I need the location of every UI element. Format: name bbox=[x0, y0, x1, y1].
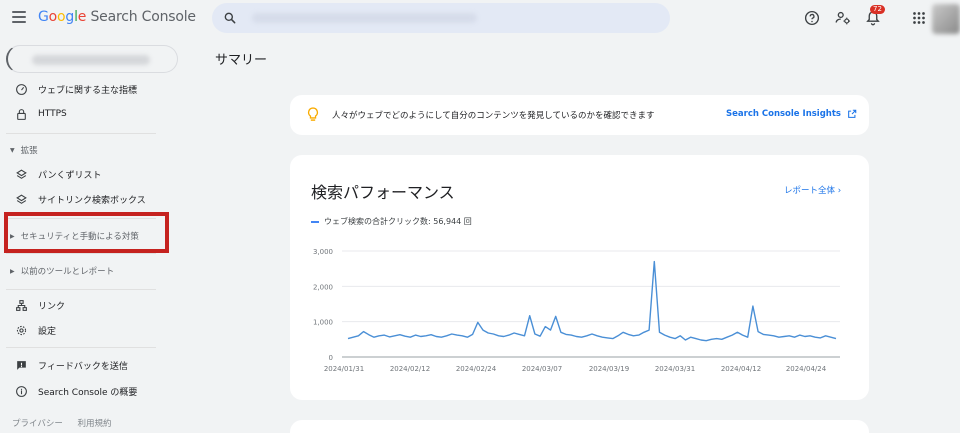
divider bbox=[6, 253, 156, 254]
info-icon bbox=[14, 384, 28, 398]
sidebar-item-breadcrumbs[interactable]: パンくずリスト bbox=[0, 163, 186, 185]
annotation-highlight-box bbox=[4, 212, 169, 253]
menu-icon[interactable] bbox=[12, 11, 26, 23]
y-tick-label: 1,000 bbox=[313, 319, 333, 327]
url-inspection-search[interactable] bbox=[212, 3, 670, 33]
x-tick-label: 2024/04/24 bbox=[786, 365, 827, 373]
apps-grid-icon[interactable] bbox=[910, 9, 928, 27]
sidebar-item-label: 設定 bbox=[38, 326, 57, 337]
performance-title: 検索パフォーマンス bbox=[311, 183, 455, 202]
sidebar-item-sitelinks-searchbox[interactable]: サイトリンク検索ボックス bbox=[0, 188, 186, 210]
divider bbox=[6, 289, 156, 290]
terms-link[interactable]: 利用規約 bbox=[78, 419, 112, 429]
y-tick-label: 2,000 bbox=[313, 283, 333, 291]
redacted-search-text bbox=[252, 13, 477, 23]
product-name: Search Console bbox=[90, 9, 196, 25]
top-app-bar: Google Search Console 72 bbox=[0, 0, 960, 37]
divider bbox=[6, 133, 156, 134]
x-tick-label: 2024/03/07 bbox=[522, 365, 562, 373]
chevron-right-icon: › bbox=[837, 186, 842, 196]
next-card bbox=[290, 420, 869, 433]
property-selector[interactable] bbox=[6, 45, 178, 73]
help-icon[interactable] bbox=[803, 9, 821, 27]
sidebar-item-label: サイトリンク検索ボックス bbox=[38, 195, 146, 206]
sidebar-item-feedback[interactable]: フィードバックを送信 bbox=[0, 354, 186, 376]
sidebar-item-label: HTTPS bbox=[38, 109, 67, 119]
footer-links: プライバシー 利用規約 bbox=[12, 417, 124, 429]
sidebar-item-label: リンク bbox=[38, 301, 66, 312]
lightbulb-icon bbox=[307, 107, 319, 121]
feedback-icon bbox=[14, 358, 28, 372]
chevron-down-icon: ▼ bbox=[10, 146, 15, 154]
layers-icon bbox=[14, 192, 28, 206]
x-tick-label: 2024/04/12 bbox=[721, 365, 761, 373]
sidebar-item-label: パンくずリスト bbox=[38, 170, 102, 181]
y-tick-label: 0 bbox=[329, 354, 333, 362]
x-tick-label: 2024/02/12 bbox=[390, 365, 430, 373]
lock-icon bbox=[14, 107, 28, 121]
sidebar-item-links[interactable]: リンク bbox=[0, 294, 186, 316]
sidebar-item-label: Search Console の概要 bbox=[38, 387, 138, 398]
page-title: サマリー bbox=[215, 53, 268, 68]
performance-card: 0 1,000 2,000 3,000 2024/01/31 2024/02/12 2024… bbox=[290, 155, 869, 400]
search-console-insights-link[interactable]: Search Console Insights bbox=[726, 109, 857, 119]
insights-message: 人々がウェブでどのようにして自分のコンテンツを発見しているのかを確認できます bbox=[332, 111, 655, 121]
legend-swatch bbox=[311, 220, 319, 223]
sidebar-item-about[interactable]: Search Console の概要 bbox=[0, 380, 186, 402]
full-report-link[interactable]: レポート全体 › bbox=[784, 184, 841, 196]
x-tick-label: 2024/01/31 bbox=[324, 365, 364, 373]
redacted-property-name bbox=[32, 55, 150, 65]
sidebar-item-settings[interactable]: 設定 bbox=[0, 319, 186, 341]
search-icon bbox=[224, 12, 236, 24]
chevron-right-icon: ▶ bbox=[10, 267, 15, 275]
x-tick-label: 2024/03/31 bbox=[655, 365, 695, 373]
section-legacy-tools[interactable]: ▶ 以前のツールとレポート bbox=[10, 265, 114, 277]
y-tick-label: 3,000 bbox=[313, 248, 333, 256]
open-in-new-icon bbox=[848, 109, 857, 118]
gear-icon bbox=[14, 323, 28, 337]
sidebar-item-core-web-vitals[interactable]: ウェブに関する主な指標 bbox=[0, 78, 186, 100]
notification-badge: 72 bbox=[870, 5, 885, 14]
layers-icon bbox=[14, 167, 28, 181]
divider bbox=[6, 347, 156, 348]
section-enhancements[interactable]: ▼ 拡張 bbox=[10, 144, 38, 156]
series-line-clicks bbox=[347, 260, 837, 342]
x-tick-label: 2024/02/24 bbox=[456, 365, 497, 373]
manage-users-icon[interactable] bbox=[834, 9, 852, 27]
product-logo[interactable]: Google Search Console bbox=[38, 9, 196, 25]
insights-card: 人々がウェブでどのようにして自分のコンテンツを発見しているのかを確認できます S… bbox=[290, 95, 869, 135]
sidebar-item-label: ウェブに関する主な指標 bbox=[38, 85, 138, 96]
sidebar-item-label: フィードバックを送信 bbox=[38, 361, 128, 372]
x-tick-label: 2024/03/19 bbox=[589, 365, 629, 373]
sidebar-item-https[interactable]: HTTPS bbox=[0, 103, 186, 125]
gauge-icon bbox=[14, 82, 28, 96]
chart-legend: ウェブ検索の合計クリック数: 56,944 回 bbox=[311, 216, 472, 227]
privacy-link[interactable]: プライバシー bbox=[12, 419, 63, 429]
links-icon bbox=[14, 298, 28, 312]
account-avatar[interactable] bbox=[932, 4, 960, 34]
